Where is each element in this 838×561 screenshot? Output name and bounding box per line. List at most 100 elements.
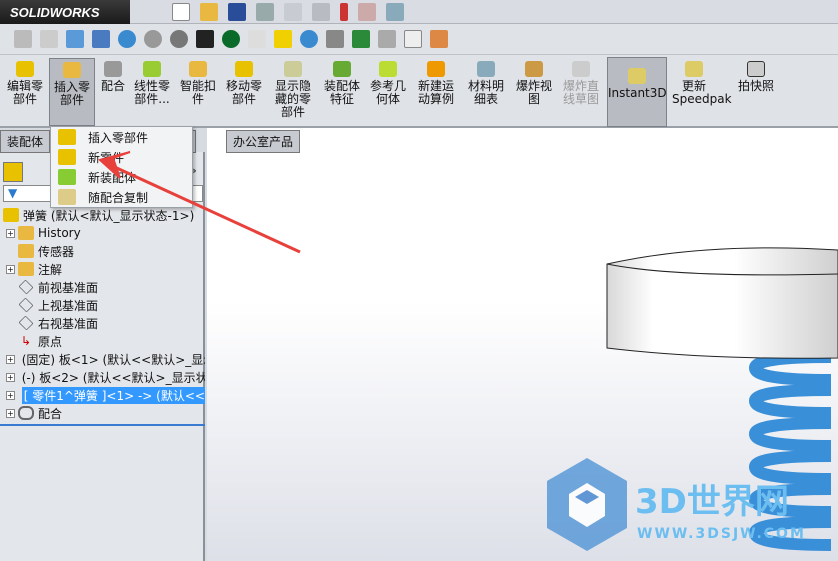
instant3d-button[interactable]: Instant3D <box>607 57 667 127</box>
menu-item-new-part[interactable]: 新零件 <box>51 147 192 167</box>
menu-item-insert-component[interactable]: 插入零部件 <box>51 127 192 147</box>
file-properties-icon[interactable] <box>358 3 376 21</box>
show-hidden-button[interactable]: 显示隐 藏的零 部件 <box>273 61 313 119</box>
smart-fasteners-button[interactable]: 智能扣 件 <box>178 61 218 106</box>
binoculars-icon[interactable] <box>326 30 344 48</box>
menu-item-copy-with-mates[interactable]: 随配合复制 <box>51 187 192 207</box>
bom-button[interactable]: 材料明 细表 <box>466 61 506 106</box>
assembly-features-icon <box>333 61 351 77</box>
new-part-icon <box>58 149 76 165</box>
tree-item-origin[interactable]: ↳ 原点 <box>0 332 205 350</box>
insert-component-button[interactable]: 插入零 部件 <box>49 58 95 126</box>
open-icon[interactable] <box>200 3 218 21</box>
expand-icon[interactable]: + <box>6 408 15 418</box>
update-speedpak-button[interactable]: 更新 Speedpak <box>672 61 732 106</box>
spring-coil-turn <box>748 351 832 386</box>
spring-coil-turn <box>748 384 832 419</box>
watermark-title: 3D世界网 <box>635 482 789 522</box>
insert-component-menu: 插入零部件 新零件 新装配体 随配合复制 <box>50 126 193 208</box>
tree-item-history[interactable]: + History <box>0 224 205 242</box>
undo-icon[interactable] <box>284 3 302 21</box>
command-manager: 编辑零 部件 插入零 部件 配合 线性零 部件... 智能扣 件 移动零 部件 … <box>0 55 838 128</box>
tree-item-mates[interactable]: + 配合 <box>0 404 205 422</box>
take-snapshot-button[interactable]: 拍快照 <box>736 61 776 93</box>
expand-icon[interactable]: + <box>6 372 15 382</box>
tree-item-annotations[interactable]: + 注解 <box>0 260 205 278</box>
weld-icon[interactable] <box>274 30 292 48</box>
annotation-icon <box>18 262 34 276</box>
help-icon[interactable] <box>430 30 448 48</box>
watermark-logo <box>547 458 627 551</box>
select-icon[interactable] <box>312 3 330 21</box>
show-hidden-icon <box>284 61 302 77</box>
tree-rollback-bar[interactable] <box>0 424 205 426</box>
motion-study-icon <box>427 61 445 77</box>
linear-pattern-icon <box>143 61 161 77</box>
menu-item-new-assembly[interactable]: 新装配体 <box>51 167 192 187</box>
sensor-icon <box>18 244 34 258</box>
quick-access-toolbar <box>172 3 404 21</box>
expand-icon[interactable]: + <box>6 354 15 364</box>
display-icon[interactable] <box>66 30 84 48</box>
speedpak-icon <box>685 61 703 77</box>
gear-dark-icon[interactable] <box>170 30 188 48</box>
explode-line-icon <box>572 61 590 77</box>
linear-pattern-button[interactable]: 线性零 部件... <box>132 61 172 106</box>
globe-icon[interactable] <box>118 30 136 48</box>
tree-item-plate-2[interactable]: +(-) 板<2> (默认<<默认>_显示状态 1>) <box>0 368 205 386</box>
exploded-view-button[interactable]: 爆炸视 图 <box>514 61 554 106</box>
toolbox-icon[interactable] <box>14 30 32 48</box>
print-icon[interactable] <box>256 3 274 21</box>
mate-button[interactable]: 配合 <box>98 61 128 93</box>
tree-item-right-plane[interactable]: 右视基准面 <box>0 314 205 332</box>
spring-icon[interactable] <box>248 30 266 48</box>
graphics-viewport[interactable]: 3D世界网 WWW.3DSJW.COM <box>207 128 838 561</box>
insert-component-icon <box>58 129 76 145</box>
filter-icon: ▼ <box>8 186 18 200</box>
feature-manager-tab-icon[interactable] <box>3 162 23 182</box>
origin-icon: ↳ <box>20 334 32 348</box>
tree-item-plate-1[interactable]: +(固定) 板<1> (默认<<默认>_显示状态 1>) <box>0 350 205 368</box>
tree-root[interactable]: 弹簧 (默认<默认_显示状态-1>) <box>0 206 205 224</box>
move-component-button[interactable]: 移动零 部件 <box>224 61 264 106</box>
expand-icon[interactable]: + <box>6 390 15 400</box>
cam-icon[interactable] <box>222 30 240 48</box>
tab-office-products[interactable]: 办公室产品 <box>226 130 301 153</box>
gear-icon[interactable] <box>144 30 162 48</box>
reference-geometry-button[interactable]: 参考几 何体 <box>368 61 408 106</box>
move-component-icon <box>235 61 253 77</box>
tree-item-front-plane[interactable]: 前视基准面 <box>0 278 205 296</box>
dimxpert-icon[interactable] <box>40 30 58 48</box>
new-icon[interactable] <box>172 3 190 21</box>
plane-icon <box>18 297 34 313</box>
excel-icon[interactable] <box>352 30 370 48</box>
network-icon[interactable] <box>92 30 110 48</box>
tree-item-top-plane[interactable]: 上视基准面 <box>0 296 205 314</box>
model-view: 3D世界网 WWW.3DSJW.COM <box>547 247 838 551</box>
save-icon[interactable] <box>228 3 246 21</box>
expand-icon[interactable]: + <box>6 228 15 238</box>
search-icon[interactable] <box>300 30 318 48</box>
feature-tree: 弹簧 (默认<默认_显示状态-1>) + History 传感器 + 注解 前视基准… <box>0 206 205 426</box>
options-icon[interactable] <box>386 3 404 21</box>
assembly-icon <box>3 208 19 222</box>
feature-manager-panel: » ▼ 弹簧 (默认<默认_显示状态-1>) + History 传感器 + 注解 … <box>0 152 205 561</box>
expand-icon[interactable]: + <box>6 264 15 274</box>
top-plate <box>606 247 838 359</box>
solidworks-logo: SOLIDWORKS <box>0 0 130 24</box>
tab-assembly[interactable]: 装配体 <box>0 130 51 153</box>
instant3d-icon <box>628 68 646 84</box>
printer-icon[interactable] <box>378 30 396 48</box>
mate-icon <box>104 61 122 77</box>
explode-line-sketch-button[interactable]: 爆炸直 线草图 <box>560 61 602 106</box>
text-icon[interactable] <box>404 30 422 48</box>
new-motion-study-button[interactable]: 新建运 动算例 <box>416 61 456 106</box>
assembly-features-button[interactable]: 装配体 特征 <box>322 61 362 106</box>
tree-item-sensors[interactable]: 传感器 <box>0 242 205 260</box>
tree-item-spring-part[interactable]: +[ 零件1^弹簧 ]<1> -> (默认<<默认>>) <box>0 386 205 404</box>
belt-icon[interactable] <box>196 30 214 48</box>
edit-component-button[interactable]: 编辑零 部件 <box>6 61 44 106</box>
exploded-view-icon <box>525 61 543 77</box>
rebuild-icon[interactable] <box>340 3 348 21</box>
edit-component-icon <box>16 61 34 77</box>
